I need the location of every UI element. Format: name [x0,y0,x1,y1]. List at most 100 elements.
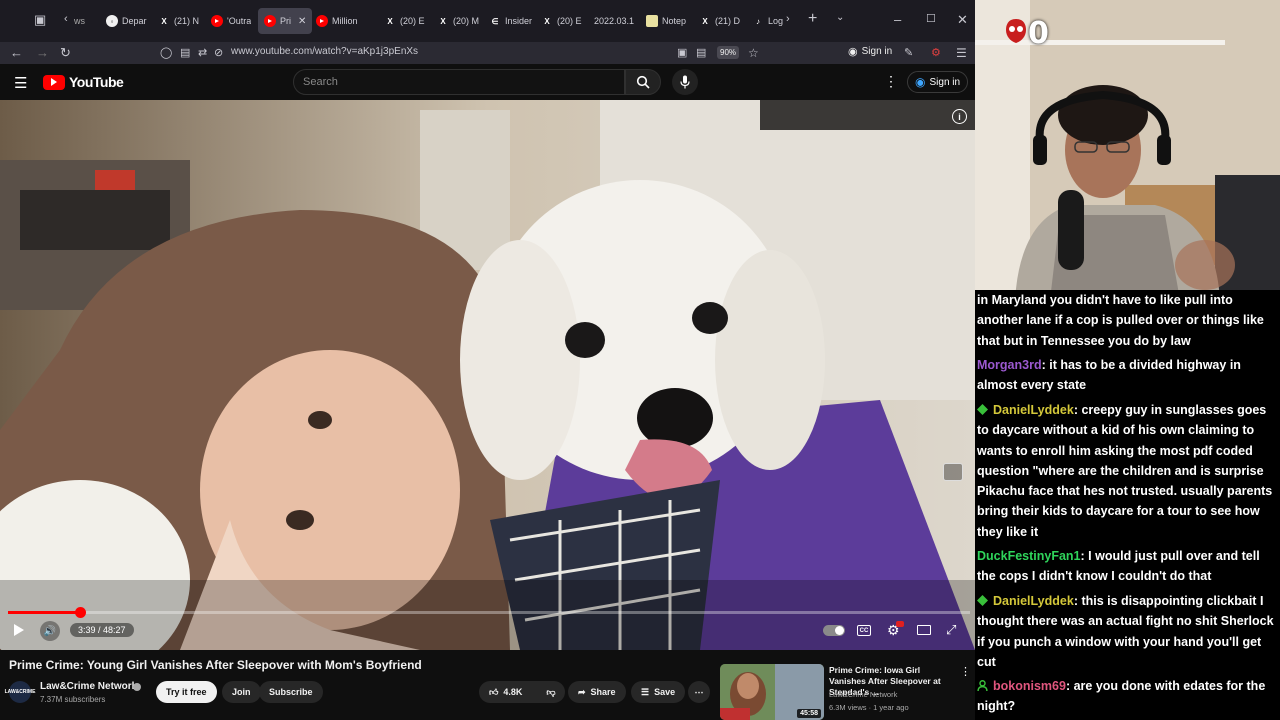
bookmark-star-icon[interactable]: ☆ [748,45,759,61]
url-bar[interactable]: www.youtube.com/watch?v=aKp1j3pEnXs [231,46,418,57]
save-button[interactable]: ☰ Save [631,681,686,703]
youtube-play-logo-icon [43,74,65,90]
account-icon: ◉ [848,46,858,58]
close-tab-icon[interactable]: ✕ [298,16,306,27]
chat-username[interactable]: DanielLyddek [993,594,1074,608]
recommended-more-icon[interactable]: ⋮ [960,665,971,678]
tab-2[interactable]: 'Outra [211,8,251,34]
webcam-counter: 0 [1028,16,1049,51]
chat-message: Morgan3rd: it has to be a divided highwa… [977,355,1277,396]
subscribe-button[interactable]: Subscribe [259,681,323,703]
video-player[interactable]: i 🔊 3:39 / 48:27 CC ⚙ ⤢ [0,100,975,650]
progress-scrubber[interactable] [75,607,86,618]
maximize-icon[interactable]: ☐ [926,12,936,25]
tab-8[interactable]: X (20) E [541,8,582,34]
app-menu-icon[interactable]: ☰ [956,45,967,61]
forward-icon[interactable]: → [36,45,49,61]
chat-message-text: in Maryland you didn't have to like pull… [977,293,1264,348]
like-count[interactable]: 4.8K [503,687,522,697]
close-window-icon[interactable]: ✕ [957,12,968,28]
search-input[interactable] [294,70,624,94]
tab-label: Pri [280,16,291,26]
zoom-level[interactable]: 90% [717,46,740,59]
tab-1[interactable]: X (21) N [158,8,199,34]
more-actions-button[interactable]: ⋯ [688,681,710,703]
tab-list-chevron-icon[interactable]: ⌄ [836,12,844,23]
video-frame-girl-and-dog [0,100,975,650]
streamer-webcam [975,0,1280,300]
lock-icon[interactable]: ▤ [180,45,190,61]
channel-name[interactable]: Law&Crime Network [40,681,137,692]
youtube-icon [264,15,276,27]
tabs-scroll-right-icon[interactable]: › [786,13,790,25]
youtube-logo[interactable]: YouTube [43,74,124,90]
shield-icon[interactable]: ◯ [160,45,172,61]
dislike-icon[interactable]: 👎︎ [546,687,555,698]
addon-icon[interactable]: ⚙ [931,45,941,61]
voice-search-button[interactable] [672,69,698,95]
minimize-icon[interactable]: – [894,12,901,27]
chat-message: DuckFestinyFan1: I would just pull over … [977,546,1277,587]
tab-11[interactable]: X (21) D [699,8,740,34]
like-icon[interactable]: 👍︎ [489,687,498,698]
chat-username[interactable]: Morgan3rd [977,358,1042,372]
video-duration: 45:58 [797,709,821,718]
fullscreen-icon[interactable]: ⤢ [946,622,956,638]
join-button[interactable]: Join [222,681,261,703]
reload-icon[interactable]: ↻ [60,45,71,61]
reader-view-icon[interactable]: ▤ [696,45,706,61]
tiktok-icon: ♪ [756,16,760,26]
tab-5[interactable]: X (20) E [384,8,424,34]
browser-account-button[interactable]: ◉ Sign in [848,45,892,58]
back-icon[interactable]: ← [10,45,23,61]
browser-nav-bar: ← → ↻ ◯ ▤ ⇄ ⊘ www.youtube.com/watch?v=aK… [0,42,975,64]
autoplay-toggle[interactable] [823,625,845,636]
progress-bar[interactable] [8,607,970,618]
tab-3-active[interactable]: Pri ✕ [258,8,313,34]
tab-6[interactable]: X (20) M [437,8,479,34]
share-button[interactable]: ➦ Share [568,681,626,703]
chat-message: bokonism69: are you done with edates for… [977,676,1277,717]
chat-message: DanielLyddek: this is disappointing clic… [977,591,1277,672]
try-it-free-button[interactable]: Try it free [156,681,217,703]
chat-message: in Maryland you didn't have to like pull… [977,290,1277,351]
tracking-icon[interactable]: ⊘ [214,45,223,61]
youtube-wordmark: YouTube [69,74,124,90]
tabs-scroll-left-icon[interactable]: ‹ [64,13,68,25]
recommended-channel[interactable]: Law&Crime Network [829,690,897,699]
chat-username[interactable]: bokonism69 [993,679,1066,693]
tab-4[interactable]: Million [316,8,358,34]
tab-label: Log [768,16,784,26]
tab-overview-icon[interactable]: ▣ [34,12,46,28]
tab-partial[interactable]: ws [74,8,85,34]
info-icon[interactable]: i [952,109,967,124]
chat-message: DanielLyddek: creepy guy in sunglasses g… [977,400,1277,542]
new-tab-icon[interactable]: + [808,10,817,28]
tab-10[interactable]: Notep [646,8,686,34]
more-options-icon[interactable]: ⋮ [884,73,898,90]
save-playlist-icon: ☰ [641,686,650,697]
extensions-icon[interactable]: ✎ [904,45,913,61]
tab-0[interactable]: ◦ Depar [106,8,147,34]
tab-label: (21) D [715,16,741,26]
captions-button[interactable]: CC [857,625,871,636]
tab-12[interactable]: ♪ Log [752,8,783,34]
youtube-sign-in-button[interactable]: ◉ Sign in [907,71,969,93]
theater-mode-icon[interactable] [917,625,931,635]
tab-label: (20) E [557,16,582,26]
screenshot-icon[interactable]: ▣ [677,45,687,61]
volume-button[interactable]: 🔊 [40,621,60,641]
chat-username[interactable]: DanielLyddek [993,403,1074,417]
recommended-video-thumbnail[interactable]: 45:58 [720,664,824,720]
play-button[interactable] [10,621,28,639]
tab-9[interactable]: 2022.03.1 [594,8,634,34]
tab-7[interactable]: ∈ Insider [489,8,533,34]
guide-menu-icon[interactable]: ☰ [14,74,27,92]
hd-badge [896,621,904,627]
miniplayer-icon[interactable] [943,463,963,481]
search-box [293,69,625,95]
chat-username[interactable]: DuckFestinyFan1 [977,549,1081,563]
channel-avatar[interactable]: LAW&CRIME [5,681,35,703]
permissions-icon[interactable]: ⇄ [198,45,207,61]
search-button[interactable] [625,69,661,95]
